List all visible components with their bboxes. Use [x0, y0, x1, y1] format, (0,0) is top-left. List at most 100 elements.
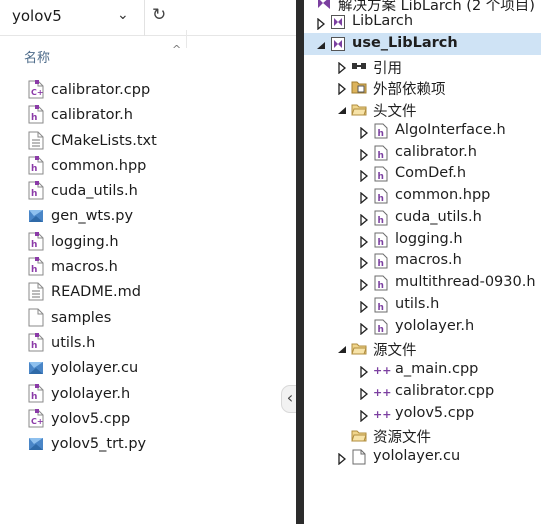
file-name: yolov5.cpp	[51, 410, 131, 427]
file-row[interactable]: h utils.h	[0, 331, 296, 356]
tree-item-label: cuda_utils.h	[395, 208, 482, 225]
tree-item[interactable]: h common.hpp	[304, 185, 541, 207]
expand-right-icon[interactable]	[359, 385, 369, 401]
external-icon	[351, 79, 367, 95]
svg-text:h: h	[378, 129, 384, 139]
expand-right-icon[interactable]	[359, 146, 369, 161]
tree-item[interactable]: 资源文件	[304, 424, 541, 446]
header-icon: h	[373, 166, 389, 182]
expand-right-icon[interactable]	[359, 189, 369, 205]
tree-item-label: 头文件	[373, 104, 417, 120]
file-row[interactable]: C+ yolov5.cpp	[0, 407, 296, 432]
tree-item[interactable]: 源文件	[304, 337, 541, 359]
expand-right-icon[interactable]	[359, 320, 369, 335]
expand-down-icon[interactable]	[337, 102, 347, 114]
file-row[interactable]: yolov5_trt.py	[0, 432, 296, 457]
file-name: yolov5_trt.py	[51, 436, 147, 453]
expand-right-icon[interactable]	[337, 80, 347, 96]
file-name: logging.h	[51, 233, 119, 250]
tree-item-label: logging.h	[395, 230, 463, 247]
tree-item-label: yolov5.cpp	[395, 404, 475, 421]
file-name: CMakeLists.txt	[51, 132, 157, 149]
refresh-icon[interactable]: ↻	[152, 5, 166, 25]
tree-item[interactable]: LibLarch	[304, 11, 541, 33]
file-name: gen_wts.py	[51, 208, 134, 225]
chevron-down-icon[interactable]: ⌄	[117, 7, 129, 23]
expand-right-icon[interactable]	[316, 15, 326, 31]
file-row[interactable]: C+ calibrator.cpp	[0, 78, 296, 103]
tree-item[interactable]: h ComDef.h	[304, 163, 541, 185]
file-py-icon	[28, 206, 44, 225]
file-row[interactable]: h yololayer.h	[0, 382, 296, 407]
tree-item[interactable]: 头文件	[304, 98, 541, 120]
file-row[interactable]: CMakeLists.txt	[0, 129, 296, 154]
file-row[interactable]: h common.hpp	[0, 154, 296, 179]
tree-item[interactable]: ++ calibrator.cpp	[304, 381, 541, 403]
tree-item-label: common.hpp	[395, 187, 491, 203]
expand-down-icon[interactable]	[337, 341, 347, 354]
address-bar: yolov5 ⌄ ↻	[0, 0, 296, 36]
collapse-pane-button[interactable]: ‹	[281, 385, 296, 413]
file-txt-icon	[28, 282, 44, 301]
expand-right-icon[interactable]	[359, 276, 369, 292]
expand-right-icon[interactable]	[359, 407, 369, 422]
tree-item[interactable]: h cuda_utils.h	[304, 207, 541, 229]
svg-text:C+: C+	[31, 88, 44, 97]
tree-item-label: a_main.cpp	[395, 361, 479, 377]
file-row[interactable]: h calibrator.h	[0, 103, 296, 128]
file-row[interactable]: h logging.h	[0, 230, 296, 255]
file-row[interactable]: README.md	[0, 280, 296, 305]
tree-item[interactable]: h multithread-0930.h	[304, 272, 541, 294]
file-row[interactable]: yololayer.cu	[0, 356, 296, 381]
expand-right-icon[interactable]	[359, 363, 369, 379]
tree-item[interactable]: h macros.h	[304, 250, 541, 272]
folder-icon	[351, 101, 367, 117]
svg-text:++: ++	[373, 364, 391, 377]
file-h-icon: h	[28, 332, 44, 352]
pane-divider[interactable]	[296, 0, 304, 524]
expand-right-icon[interactable]	[359, 124, 369, 140]
tree-item[interactable]: 外部依赖项	[304, 76, 541, 98]
file-name: calibrator.cpp	[51, 82, 151, 98]
file-row[interactable]: gen_wts.py	[0, 204, 296, 229]
expand-down-icon[interactable]	[316, 37, 326, 49]
file-name: cuda_utils.h	[51, 183, 138, 200]
tree-item[interactable]: ++ a_main.cpp	[304, 359, 541, 381]
tree-item[interactable]: h yololayer.h	[304, 316, 541, 338]
svg-text:h: h	[378, 216, 384, 226]
tree-item[interactable]: 引用	[304, 55, 541, 77]
tree-item[interactable]: use_LibLarch	[304, 32, 541, 55]
expand-right-icon[interactable]	[359, 167, 369, 183]
tree-item[interactable]: ++ yolov5.cpp	[304, 403, 541, 425]
svg-text:h: h	[378, 194, 384, 204]
file-cpp-icon: C+	[28, 408, 44, 428]
expand-right-icon[interactable]	[337, 59, 347, 74]
header-icon: h	[373, 253, 389, 269]
file-h-icon: h	[28, 181, 44, 200]
file-name: utils.h	[51, 334, 96, 351]
tree-item[interactable]: h utils.h	[304, 294, 541, 316]
file-row[interactable]: samples	[0, 306, 296, 331]
expand-right-icon[interactable]	[359, 254, 369, 270]
tree-item[interactable]: yololayer.cu	[304, 446, 541, 468]
tree-item[interactable]: h AlgoInterface.h	[304, 120, 541, 142]
address-text: yolov5	[12, 7, 62, 25]
tree-item[interactable]: h logging.h	[304, 229, 541, 251]
expand-right-icon[interactable]	[359, 233, 369, 248]
svg-text:h: h	[378, 325, 384, 335]
svg-text:h: h	[378, 238, 384, 248]
expand-right-icon[interactable]	[359, 211, 369, 227]
tree-item-label: multithread-0930.h	[395, 274, 536, 290]
tree-item-label: yololayer.h	[395, 317, 475, 334]
tree-item[interactable]: h calibrator.h	[304, 142, 541, 164]
file-row[interactable]: h cuda_utils.h	[0, 179, 296, 204]
address-box[interactable]: yolov5 ⌄	[0, 0, 145, 36]
file-name: yololayer.cu	[51, 360, 139, 377]
expand-right-icon[interactable]	[337, 450, 347, 466]
project-icon	[330, 14, 346, 30]
expand-right-icon[interactable]	[359, 298, 369, 314]
tree-item-label: macros.h	[395, 252, 462, 269]
file-row[interactable]: h macros.h	[0, 255, 296, 280]
file-h-icon: h	[28, 155, 44, 175]
name-column-header[interactable]: 名称 ^	[0, 40, 296, 68]
